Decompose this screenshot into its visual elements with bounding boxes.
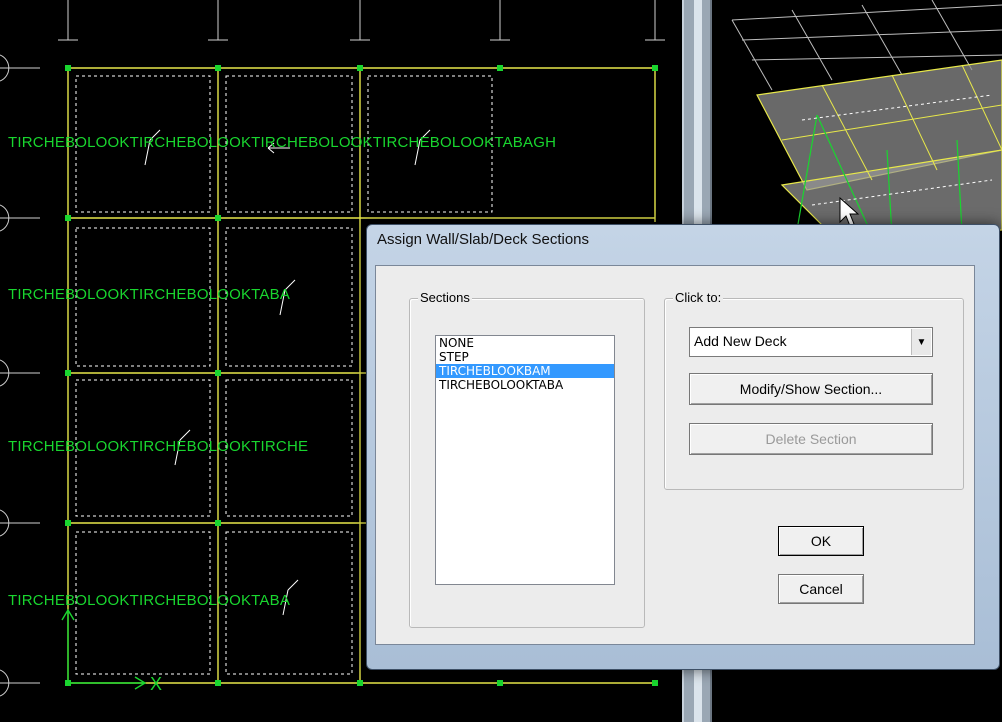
section-item-tircheblookbam[interactable]: TIRCHEBLOOKBAM (436, 364, 614, 378)
delete-section-button[interactable]: Delete Section (689, 423, 933, 455)
ok-button[interactable]: OK (778, 526, 864, 556)
slab-label-row-3: TIRCHEBOLOOKTIRCHEBOLOOKTIRCHE (8, 438, 309, 455)
click-to-dropdown-value: Add New Deck (694, 333, 787, 349)
sections-group-label: Sections (418, 290, 472, 305)
section-item-step[interactable]: STEP (436, 350, 614, 364)
slab-label-row-2: TIRCHEBOLOOKTIRCHEBOLOOKTABA (8, 286, 291, 303)
chevron-down-icon[interactable]: ▼ (911, 329, 931, 355)
dialog-title: Assign Wall/Slab/Deck Sections (377, 231, 590, 248)
sections-group: Sections NONE STEP TIRCHEBLOOKBAM TIRCHE… (409, 290, 645, 628)
axis-x-label: X (150, 674, 163, 694)
modify-show-section-button[interactable]: Modify/Show Section... (689, 373, 933, 405)
dialog-body: Sections NONE STEP TIRCHEBLOOKBAM TIRCHE… (375, 265, 975, 645)
section-item-tirchebolooktaba[interactable]: TIRCHEBOLOOKTABA (436, 378, 614, 392)
click-to-dropdown[interactable]: Add New Deck ▼ (689, 327, 933, 357)
assign-sections-dialog: Assign Wall/Slab/Deck Sections Sections … (366, 224, 1000, 670)
cancel-button[interactable]: Cancel (778, 574, 864, 604)
click-to-group-label: Click to: (673, 290, 724, 305)
sections-listbox[interactable]: NONE STEP TIRCHEBLOOKBAM TIRCHEBOLOOKTAB… (435, 335, 615, 585)
slab-label-row-1: TIRCHEBOLOOKTIRCHEBOLOOKTIRCHEBOLOOKTIRC… (8, 134, 557, 151)
click-to-group: Click to: Add New Deck ▼ Modify/Show Sec… (664, 290, 964, 490)
slab-label-row-4: TIRCHEBOLOOKTIRCHEBOLOOKTABA (8, 592, 291, 609)
section-item-none[interactable]: NONE (436, 336, 614, 350)
